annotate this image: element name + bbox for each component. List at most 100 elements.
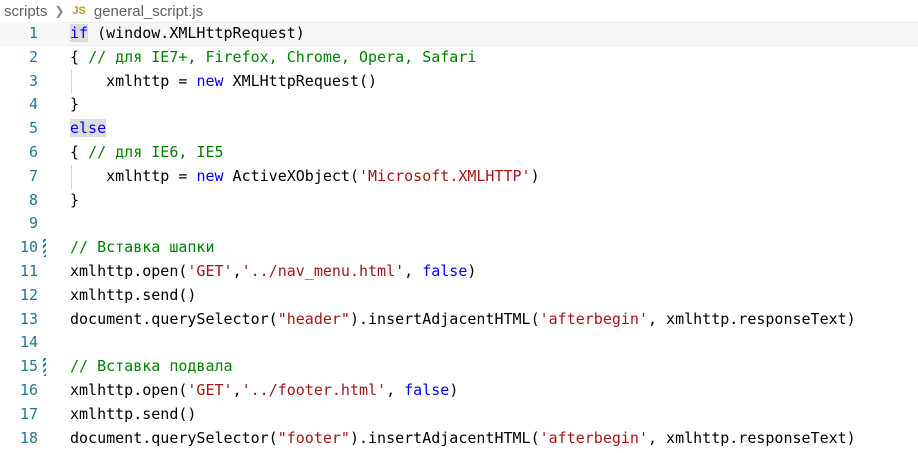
code-token: , (404, 261, 423, 280)
code-token: , (386, 380, 405, 399)
code-line[interactable]: 9 (0, 212, 918, 236)
line-code: xmlhttp.open('GET','../footer.html', fal… (70, 379, 458, 403)
line-code: { // для IE6, IE5 (70, 141, 224, 165)
line-number: 13 (19, 309, 38, 328)
line-code: } (70, 93, 79, 117)
code-token: 'afterbegin' (539, 428, 648, 447)
code-token: false (422, 261, 468, 280)
code-line[interactable]: 10 // Вставка шапки (0, 236, 918, 260)
code-token: // для IE6, IE5 (88, 142, 224, 161)
code-token: new (196, 166, 224, 185)
line-number: 6 (28, 142, 38, 161)
code-line[interactable]: 6 { // для IE6, IE5 (0, 141, 918, 165)
code-token: , (232, 380, 242, 399)
code-token: 'Microsoft.XMLHTTP' (359, 166, 531, 185)
code-token: '../footer.html' (241, 380, 387, 399)
line-code: document.querySelector("header").insertA… (70, 308, 856, 332)
code-line[interactable]: 17 xmlhttp.send() (0, 403, 918, 427)
line-number: 16 (19, 380, 38, 399)
code-token: false (404, 380, 450, 399)
code-token: xmlhttp = (70, 166, 197, 185)
code-token: "header" (277, 309, 350, 328)
code-editor[interactable]: 1 if (window.XMLHttpRequest) 2 { // для IE7… (0, 22, 918, 450)
line-number: 4 (28, 95, 38, 114)
line-code: // Вставка подвала (70, 355, 233, 379)
line-code: } (70, 189, 79, 213)
code-token: // Вставка подвала (70, 357, 233, 376)
line-code: xmlhttp = new XMLHttpRequest() (70, 70, 377, 94)
code-line[interactable]: 1 if (window.XMLHttpRequest) (0, 22, 918, 46)
line-code: // Вставка шапки (70, 236, 215, 260)
code-token: ) (467, 261, 477, 280)
code-token: } (70, 95, 80, 114)
code-token: , (232, 261, 242, 280)
code-token: , xmlhttp.responseText) (648, 428, 856, 447)
breadcrumb: scripts ❯ JS general_script.js (0, 0, 918, 22)
code-line[interactable]: 18 document.querySelector("footer").inser… (0, 427, 918, 451)
code-line[interactable]: 16 xmlhttp.open('GET','../footer.html', f… (0, 379, 918, 403)
code-token: 'GET' (187, 380, 233, 399)
code-line[interactable]: 11 xmlhttp.open('GET','../nav_menu.html',… (0, 260, 918, 284)
code-line[interactable]: 5 else (0, 117, 918, 141)
line-number: 9 (28, 214, 38, 233)
code-line[interactable]: 8} (0, 189, 918, 213)
code-token: // для IE7+, Firefox, Chrome, Opera, Saf… (88, 47, 477, 66)
line-number: 5 (28, 119, 38, 138)
line-number: 1 (28, 24, 38, 42)
code-token: { (70, 47, 89, 66)
line-number: 3 (28, 71, 38, 90)
line-number: 2 (28, 47, 38, 66)
code-token: ).insertAdjacentHTML( (349, 309, 540, 328)
line-number: 10 (19, 238, 38, 257)
code-token: xmlhttp.open( (70, 380, 188, 399)
line-code: xmlhttp = new ActiveXObject('Microsoft.X… (70, 165, 540, 189)
code-token: // Вставка шапки (70, 238, 215, 257)
line-code: { // для IE7+, Firefox, Chrome, Opera, S… (70, 46, 476, 70)
javascript-file-icon: JS (72, 5, 86, 17)
code-token: '../nav_menu.html' (241, 261, 405, 280)
code-token: ) (530, 166, 540, 185)
code-token: , xmlhttp.responseText) (648, 309, 856, 328)
code-token: ) (449, 380, 459, 399)
code-token: ).insertAdjacentHTML( (349, 428, 540, 447)
code-line[interactable]: 15 // Вставка подвала (0, 355, 918, 379)
line-number: 12 (19, 285, 38, 304)
code-token: xmlhttp.send() (70, 404, 197, 423)
code-line[interactable]: 14 (0, 331, 918, 355)
line-number: 15 (19, 357, 38, 376)
code-token: xmlhttp = (70, 71, 197, 90)
code-line[interactable]: 12 xmlhttp.send() (0, 284, 918, 308)
code-token: (window.XMLHttpRequest) (88, 24, 305, 42)
code-line[interactable]: 7 xmlhttp = new ActiveXObject('Microsoft… (0, 164, 918, 189)
breadcrumb-file[interactable]: general_script.js (94, 3, 203, 20)
code-line[interactable]: 13 document.querySelector("header").inser… (0, 308, 918, 332)
line-number: 8 (28, 190, 38, 209)
line-number: 14 (19, 333, 38, 352)
code-token: 'afterbegin' (539, 309, 648, 328)
code-line[interactable]: 4} (0, 93, 918, 117)
breadcrumb-folder[interactable]: scripts (4, 3, 47, 20)
code-token: } (70, 190, 80, 209)
line-code: else (70, 117, 107, 141)
code-token: 'GET' (187, 261, 233, 280)
line-code: if (window.XMLHttpRequest) (70, 22, 305, 46)
line-code: document.querySelector("footer").insertA… (70, 427, 856, 451)
code-token: if (70, 24, 89, 42)
code-token: XMLHttpRequest() (223, 71, 378, 90)
code-token: document.querySelector( (70, 428, 278, 447)
git-modified-marker[interactable] (43, 239, 46, 258)
line-code: xmlhttp.send() (70, 403, 196, 427)
code-line[interactable]: 2 { // для IE7+, Firefox, Chrome, Opera, … (0, 46, 918, 70)
code-line[interactable]: 3 xmlhttp = new XMLHttpRequest() (0, 69, 918, 94)
code-token: xmlhttp.open( (70, 261, 188, 280)
code-token: new (196, 71, 224, 90)
line-code: xmlhttp.open('GET','../nav_menu.html', f… (70, 260, 476, 284)
code-token: "footer" (277, 428, 350, 447)
line-code: xmlhttp.send() (70, 284, 196, 308)
code-token: ActiveXObject( (223, 166, 359, 185)
code-token: { (70, 142, 89, 161)
line-number: 18 (19, 428, 38, 447)
line-number: 7 (28, 166, 38, 185)
code-token: xmlhttp.send() (70, 285, 197, 304)
git-modified-marker[interactable] (43, 358, 46, 377)
